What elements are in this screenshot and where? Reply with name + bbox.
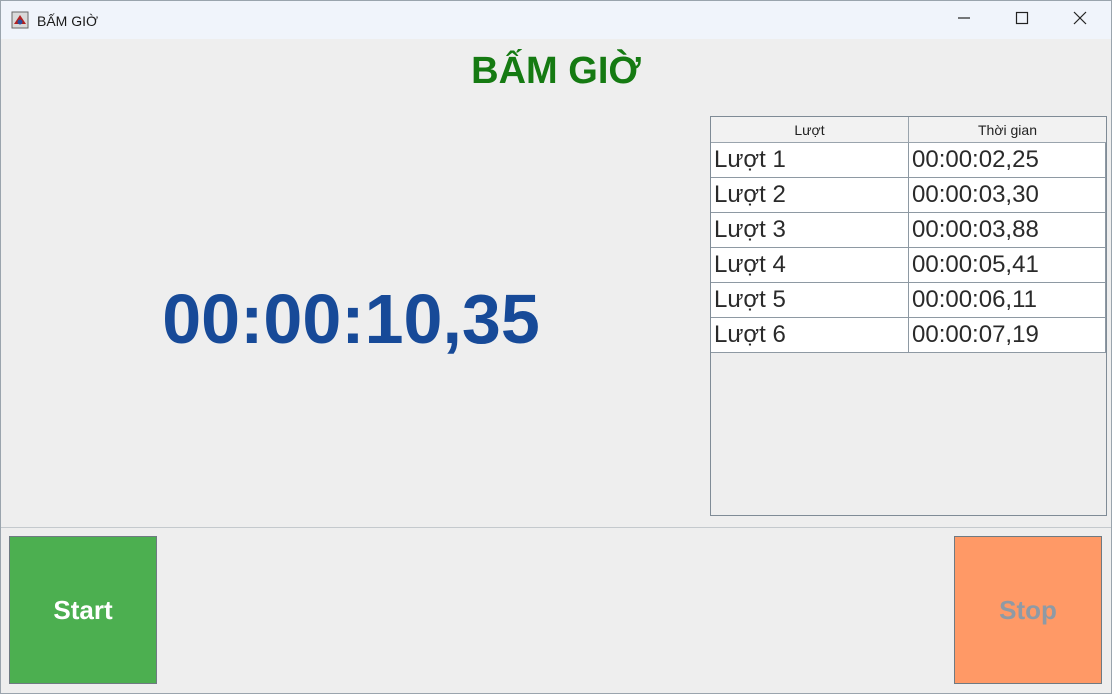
divider [1,527,1111,528]
time-cell: 00:00:07,19 [909,318,1106,352]
table-row[interactable]: Lượt 6 00:00:07,19 [711,318,1106,353]
lap-cell: Lượt 5 [711,283,909,317]
column-header-time[interactable]: Thời gian [909,117,1106,142]
maximize-icon [1015,11,1029,30]
close-icon [1073,11,1087,30]
stop-button[interactable]: Stop [954,536,1102,684]
laps-table[interactable]: Lượt Thời gian Lượt 1 00:00:02,25 Lượt 2… [710,116,1107,516]
column-header-lap[interactable]: Lượt [711,117,909,142]
time-cell: 00:00:03,88 [909,213,1106,247]
start-button[interactable]: Start [9,536,157,684]
time-cell: 00:00:03,30 [909,178,1106,212]
table-row[interactable]: Lượt 3 00:00:03,88 [711,213,1106,248]
table-row[interactable]: Lượt 4 00:00:05,41 [711,248,1106,283]
time-cell: 00:00:02,25 [909,143,1106,177]
lap-cell: Lượt 1 [711,143,909,177]
minimize-button[interactable] [935,1,993,39]
timer-display: 00:00:10,35 [162,280,540,358]
lap-cell: Lượt 2 [711,178,909,212]
table-row[interactable]: Lượt 1 00:00:02,25 [711,143,1106,178]
close-button[interactable] [1051,1,1109,39]
lap-cell: Lượt 6 [711,318,909,352]
maximize-button[interactable] [993,1,1051,39]
table-row[interactable]: Lượt 5 00:00:06,11 [711,283,1106,318]
title-bar[interactable]: BẤM GIỜ [1,1,1111,39]
java-app-icon [11,11,29,29]
minimize-icon [957,11,971,30]
app-window: BẤM GIỜ BẤM GIỜ 00:00:10,35 Lượt Thời gi… [0,0,1112,694]
table-header: Lượt Thời gian [711,117,1106,143]
time-cell: 00:00:05,41 [909,248,1106,282]
lap-cell: Lượt 4 [711,248,909,282]
time-cell: 00:00:06,11 [909,283,1106,317]
page-title: BẤM GIỜ [471,50,641,92]
lap-cell: Lượt 3 [711,213,909,247]
table-row[interactable]: Lượt 2 00:00:03,30 [711,178,1106,213]
window-title: BẤM GIỜ [37,13,99,29]
